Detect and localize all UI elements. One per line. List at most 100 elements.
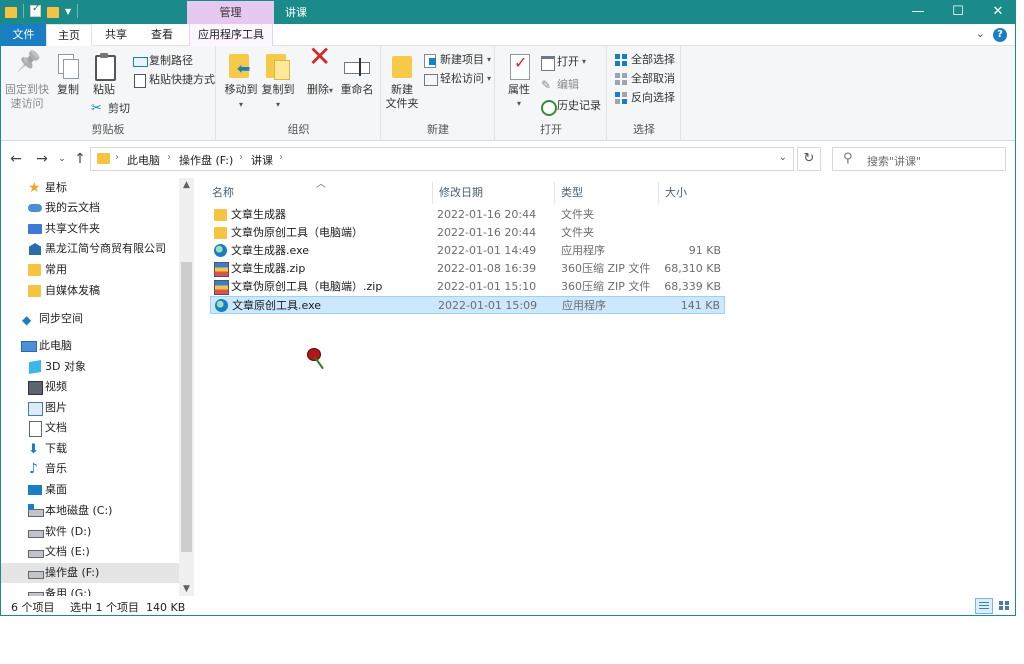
scroll-down-icon[interactable]: ▼ [179, 584, 194, 594]
nav-item-videos[interactable]: 视频 [1, 377, 179, 397]
nav-pane-scrollbar[interactable]: ▲ ▼ [179, 178, 194, 596]
nav-item-label: 此电脑 [39, 339, 72, 352]
nav-item-documents[interactable]: 文档 [1, 418, 179, 438]
nav-item-drive-d[interactable]: 软件 (D:) [1, 522, 179, 542]
nav-item-pictures[interactable]: 图片 [1, 398, 179, 418]
close-button[interactable]: ✕ [978, 1, 1015, 24]
properties-quick-icon[interactable] [30, 3, 41, 17]
column-header-type[interactable]: 类型 [555, 182, 659, 204]
context-tab-manage[interactable]: 管理 [187, 1, 274, 24]
file-row[interactable]: 文章生成器.exe 2022-01-01 14:49 应用程序 91 KB [210, 242, 725, 260]
nav-item-starred[interactable]: 星标 [1, 178, 179, 198]
new-group: 新建 文件夹 新建项目 ▾ 轻松访问 ▾ 新建 [382, 46, 495, 141]
select-all-button[interactable]: 全部选择 [614, 51, 675, 69]
nav-item-drive-g[interactable]: 备用 (G:) [1, 584, 179, 596]
collapse-ribbon-icon[interactable]: ⌄ [976, 27, 985, 40]
history-button[interactable]: 历史记录 [540, 97, 601, 116]
nav-item-drive-f[interactable]: 操作盘 (F:) [1, 563, 179, 583]
delete-button[interactable]: 删除▾ [305, 50, 335, 98]
column-header-name[interactable]: 名称 [206, 182, 433, 204]
move-to-label: 移动到▾ [224, 83, 258, 109]
large-icons-view-icon[interactable] [996, 598, 1014, 614]
customize-toolbar-dropdown-icon[interactable]: ▼ [65, 7, 71, 16]
rename-button[interactable]: 重命名 [339, 50, 375, 97]
back-arrow-icon[interactable]: ← [8, 150, 24, 168]
tab-home[interactable]: 主页 [46, 24, 92, 46]
properties-button[interactable]: 属性 ▾ [504, 50, 534, 111]
details-view-icon[interactable] [975, 598, 993, 614]
chevron-right-icon[interactable]: › [279, 152, 283, 163]
new-folder-quick-icon[interactable] [47, 6, 59, 18]
paste-button[interactable]: 粘贴 [89, 50, 119, 97]
nav-item-frequent[interactable]: 常用 [1, 260, 179, 280]
new-item-button[interactable]: 新建项目 ▾ [423, 51, 491, 69]
file-row[interactable]: 文章生成器.zip 2022-01-08 16:39 360压缩 ZIP 文件 … [210, 260, 725, 278]
paste-shortcut-button[interactable]: 粘贴快捷方式 [132, 71, 215, 89]
tab-file[interactable]: 文件 [1, 24, 46, 46]
chevron-right-icon[interactable]: › [115, 152, 119, 163]
refresh-button[interactable]: ↻ [797, 147, 821, 171]
file-type: 文件夹 [561, 226, 594, 239]
invert-selection-button[interactable]: 反向选择 [614, 89, 675, 107]
exe-icon [215, 299, 229, 313]
chevron-right-icon[interactable]: › [239, 152, 243, 163]
breadcrumb-drive-f[interactable]: 操作盘 (F:) [179, 152, 233, 168]
new-folder-button[interactable]: 新建 文件夹 [384, 50, 420, 111]
tab-application-tools[interactable]: 应用程序工具 [189, 24, 273, 46]
folder-icon [97, 153, 110, 164]
column-header-size[interactable]: 大小 [659, 182, 727, 204]
scrollbar-thumb[interactable] [181, 262, 192, 552]
pin-to-quick-access-button[interactable]: 固定到快 速访问 [5, 50, 49, 111]
nav-item-media-drafts[interactable]: 自媒体发稿 [1, 281, 179, 301]
select-none-button[interactable]: 全部取消 [614, 70, 675, 88]
up-arrow-icon[interactable]: ↑ [72, 150, 88, 168]
easy-access-button[interactable]: 轻松访问 ▾ [423, 70, 491, 88]
minimize-button[interactable]: — [898, 1, 938, 24]
copy-to-button[interactable]: 复制到▾ [260, 50, 296, 112]
tab-share[interactable]: 共享 [94, 24, 138, 46]
maximize-button[interactable]: ☐ [938, 1, 978, 24]
nav-item-music[interactable]: 音乐 [1, 459, 179, 479]
nav-item-3d-objects[interactable]: 3D 对象 [1, 357, 179, 377]
help-icon[interactable]: ? [993, 28, 1007, 42]
nav-item-label: 图片 [45, 401, 67, 414]
music-icon [28, 459, 42, 479]
tab-view[interactable]: 查看 [140, 24, 184, 46]
zip-icon [214, 262, 229, 277]
file-row[interactable]: 文章伪原创工具（电脑端）.zip 2022-01-01 15:10 360压缩 … [210, 278, 725, 296]
copy-button[interactable]: 复制 [53, 50, 83, 97]
nav-item-downloads[interactable]: 下载 [1, 439, 179, 460]
nav-item-company[interactable]: 黑龙江简兮商贸有限公司 [1, 239, 179, 259]
file-row[interactable]: 文章伪原创工具（电脑端） 2022-01-16 20:44 文件夹 [210, 224, 725, 242]
address-history-chevron-icon[interactable]: ⌄ [779, 152, 787, 163]
nav-item-sync-space[interactable]: 同步空间 [1, 309, 179, 330]
forward-arrow-icon[interactable]: → [34, 150, 50, 168]
column-header-date[interactable]: 修改日期 [433, 182, 555, 204]
copy-path-button[interactable]: 复制路径 [132, 52, 193, 70]
file-row-selected[interactable]: 文章原创工具.exe 2022-01-01 15:09 应用程序 141 KB [210, 296, 725, 314]
move-to-button[interactable]: 移动到▾ [223, 50, 259, 112]
nav-item-this-pc[interactable]: 此电脑 [1, 336, 179, 356]
chevron-right-icon[interactable]: › [167, 152, 171, 163]
move-to-icon [227, 52, 255, 80]
pin-icon [13, 52, 41, 80]
nav-item-desktop[interactable]: 桌面 [1, 480, 179, 500]
scroll-up-icon[interactable]: ▲ [179, 180, 194, 190]
breadcrumb-this-pc[interactable]: 此电脑 [127, 152, 160, 168]
drive-icon [28, 566, 44, 580]
file-row[interactable]: 文章生成器 2022-01-16 20:44 文件夹 [210, 206, 725, 224]
address-bar[interactable]: › 此电脑 › 操作盘 (F:) › 讲课 › ⌄ [90, 147, 794, 171]
nav-item-drive-c[interactable]: 本地磁盘 (C:) [1, 501, 179, 521]
nav-item-drive-e[interactable]: 文档 (E:) [1, 542, 179, 562]
cut-button[interactable]: 剪切 [91, 100, 130, 118]
edit-button[interactable]: 编辑 [540, 76, 579, 94]
nav-item-cloud-docs[interactable]: 我的云文档 [1, 198, 179, 218]
search-placeholder: 搜索"讲课" [867, 155, 922, 168]
nav-item-shared-folder[interactable]: 共享文件夹 [1, 219, 179, 239]
recent-locations-chevron-icon[interactable]: ⌄ [54, 150, 70, 168]
breadcrumb-current-folder[interactable]: 讲课 [251, 152, 273, 168]
open-button[interactable]: 打开 ▾ [540, 53, 586, 71]
search-input[interactable]: ⚲ 搜索"讲课" [832, 147, 1006, 171]
documents-icon [28, 421, 42, 437]
file-type: 文件夹 [561, 208, 594, 221]
